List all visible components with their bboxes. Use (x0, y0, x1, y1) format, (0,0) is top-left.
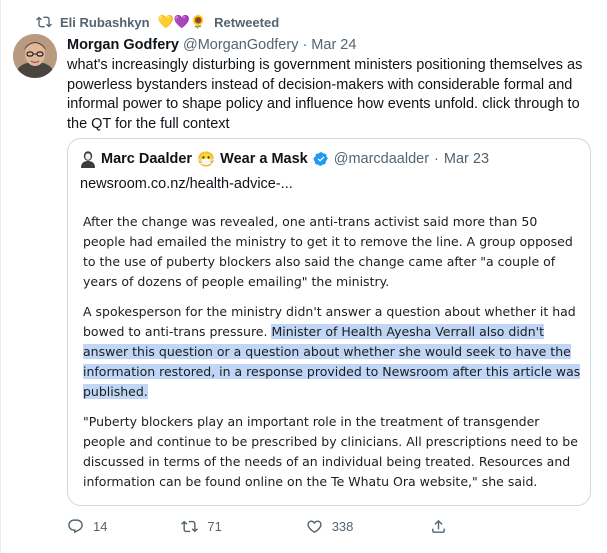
author-name[interactable]: Morgan Godfery (67, 37, 179, 53)
retweet-icon (36, 16, 52, 28)
quote-author-name-suffix[interactable]: Wear a Mask (220, 151, 308, 167)
tweet-text: what's increasingly disturbing is govern… (67, 57, 583, 132)
quote-avatar-icon (81, 151, 95, 168)
author-handle[interactable]: @MorganGodfery (183, 37, 298, 53)
share-button[interactable] (430, 518, 447, 535)
retweet-action-icon (181, 520, 199, 532)
retweeter-emojis: 💛💜🌻 (157, 14, 207, 29)
mask-emoji: 😷 (197, 151, 216, 168)
retweet-context: Eli Rubashkyn 💛💜🌻 Retweeted (36, 12, 279, 32)
quote-paragraph-2: A spokesperson for the ministry didn't a… (83, 302, 583, 402)
quote-author-name-prefix[interactable]: Marc Daalder (101, 151, 192, 167)
reply-button[interactable]: 14 (67, 518, 181, 535)
verified-badge-icon (313, 152, 328, 166)
avatar-image (13, 34, 57, 78)
retweet-button[interactable]: 71 (181, 518, 305, 535)
quote-separator-dot: · (434, 151, 439, 167)
quote-paragraph-3: "Puberty blockers play an important role… (83, 414, 578, 489)
heart-icon (307, 519, 322, 533)
avatar[interactable] (13, 34, 57, 78)
retweeted-label: Retweeted (214, 14, 280, 30)
reply-icon (68, 518, 83, 533)
retweet-count: 71 (207, 518, 222, 534)
tweet-date[interactable]: Mar 24 (311, 37, 356, 53)
tweet-header: Morgan Godfery @MorganGodfery · Mar 24 (67, 35, 356, 55)
action-bar: 14 71 338 (67, 515, 447, 537)
quote-tweet[interactable]: Marc Daalder 😷 Wear a Mask @marcdaalder … (67, 138, 591, 506)
quote-paragraph-1: After the change was revealed, one anti-… (83, 214, 573, 289)
retweeter-name[interactable]: Eli Rubashkyn (60, 15, 150, 30)
like-button[interactable]: 338 (306, 518, 430, 535)
separator-dot: · (302, 37, 308, 53)
quote-author-handle[interactable]: @marcdaalder (334, 151, 429, 167)
quote-date[interactable]: Mar 23 (444, 151, 489, 167)
reply-count: 14 (93, 518, 108, 534)
share-icon (432, 519, 445, 533)
quote-screenshot-text: After the change was revealed, one anti-… (83, 212, 583, 502)
quote-link[interactable]: newsroom.co.nz/health-advice-... (80, 176, 293, 192)
quote-header: Marc Daalder 😷 Wear a Mask @marcdaalder … (80, 149, 489, 169)
like-count: 338 (331, 518, 354, 534)
